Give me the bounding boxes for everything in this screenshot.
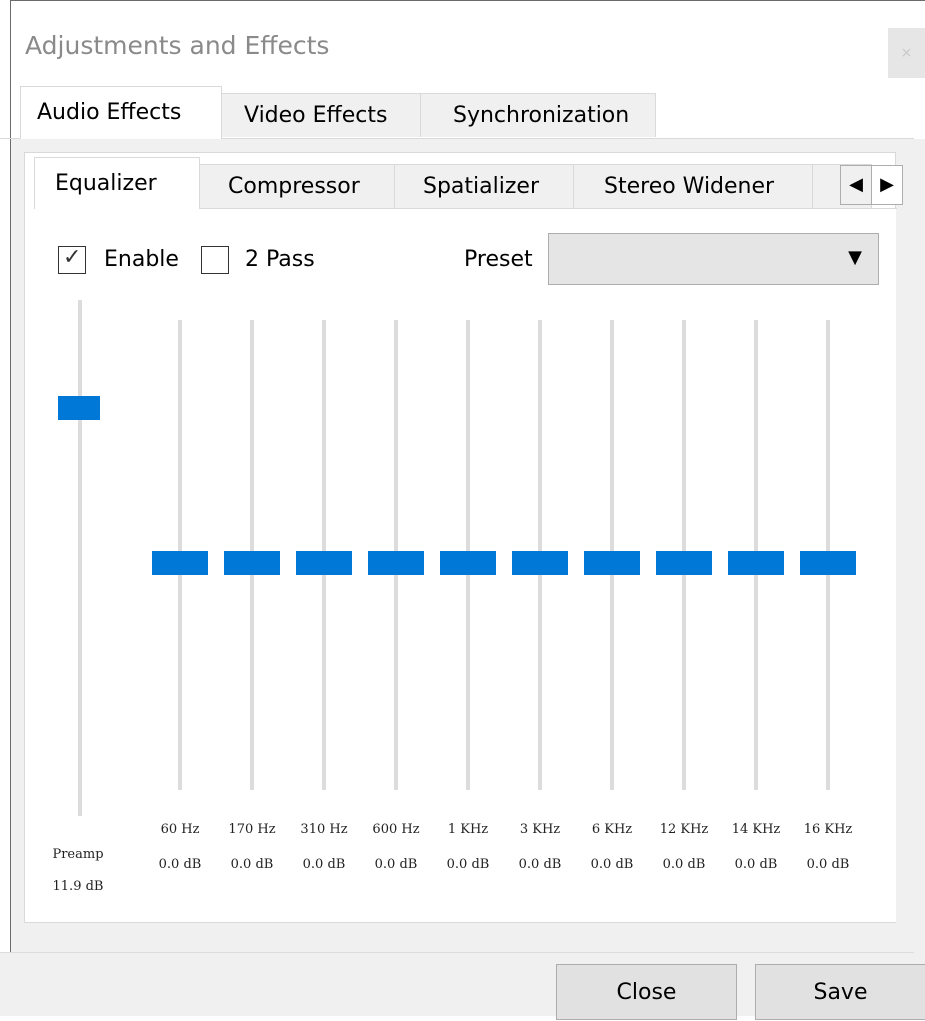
- tab-compressor[interactable]: Compressor: [199, 164, 395, 208]
- tab-audio-effects[interactable]: Audio Effects: [20, 86, 222, 139]
- band-slider-thumb[interactable]: [368, 551, 424, 575]
- dropdown-arrow-icon: ▼: [848, 247, 862, 268]
- tab-scroll-right-icon[interactable]: ▶: [871, 165, 903, 205]
- close-button[interactable]: Close: [556, 964, 737, 1020]
- band-value-label: 0.0 dB: [590, 857, 634, 872]
- band-frequency-label: 16 KHz: [803, 822, 853, 837]
- band-frequency-label: 1 KHz: [447, 822, 489, 837]
- two-pass-checkbox[interactable]: [201, 246, 229, 274]
- preamp-value: 11.9 dB: [52, 879, 104, 894]
- band-value-label: 0.0 dB: [734, 857, 778, 872]
- band-slider-thumb[interactable]: [152, 551, 208, 575]
- preamp-slider-thumb[interactable]: [58, 396, 100, 421]
- band-value-label: 0.0 dB: [158, 857, 202, 872]
- two-pass-label: 2 Pass: [245, 247, 315, 272]
- enable-checkbox[interactable]: ✓: [58, 245, 86, 274]
- preamp-slider-track[interactable]: [78, 300, 82, 816]
- band-value-label: 0.0 dB: [806, 857, 850, 872]
- tab-stereo-widener[interactable]: Stereo Widener: [573, 164, 813, 208]
- band-frequency-label: 600 Hz: [372, 822, 420, 837]
- preamp-label: Preamp: [52, 847, 104, 862]
- band-frequency-label: 60 Hz: [160, 822, 200, 837]
- enable-label: Enable: [104, 247, 179, 272]
- band-frequency-label: 12 KHz: [659, 822, 709, 837]
- save-button[interactable]: Save: [755, 964, 925, 1020]
- check-icon: ✓: [63, 245, 82, 270]
- band-frequency-label: 6 KHz: [591, 822, 633, 837]
- preset-label: Preset: [464, 247, 533, 272]
- band-frequency-label: 3 KHz: [519, 822, 561, 837]
- band-frequency-label: 310 Hz: [300, 822, 348, 837]
- preset-dropdown[interactable]: ▼: [548, 233, 879, 285]
- band-value-label: 0.0 dB: [230, 857, 274, 872]
- tab-synchronization[interactable]: Synchronization: [420, 93, 656, 137]
- band-slider-thumb[interactable]: [584, 551, 640, 575]
- close-window-button[interactable]: ×: [888, 28, 925, 78]
- band-slider-thumb[interactable]: [656, 551, 712, 575]
- band-slider-thumb[interactable]: [224, 551, 280, 575]
- band-value-label: 0.0 dB: [446, 857, 490, 872]
- band-value-label: 0.0 dB: [518, 857, 562, 872]
- band-value-label: 0.0 dB: [374, 857, 418, 872]
- band-value-label: 0.0 dB: [662, 857, 706, 872]
- window-title: Adjustments and Effects: [25, 31, 330, 60]
- tab-spatializer[interactable]: Spatializer: [394, 164, 574, 208]
- tab-video-effects[interactable]: Video Effects: [221, 93, 421, 137]
- tab-scroll-left-icon[interactable]: ◀: [840, 165, 872, 205]
- band-value-label: 0.0 dB: [302, 857, 346, 872]
- tab-equalizer[interactable]: Equalizer: [34, 157, 200, 209]
- band-slider-thumb[interactable]: [440, 551, 496, 575]
- band-frequency-label: 170 Hz: [228, 822, 276, 837]
- band-frequency-label: 14 KHz: [731, 822, 781, 837]
- band-slider-thumb[interactable]: [512, 551, 568, 575]
- title-bar: Adjustments and Effects ×: [11, 1, 925, 87]
- band-slider-thumb[interactable]: [800, 551, 856, 575]
- band-slider-thumb[interactable]: [296, 551, 352, 575]
- band-slider-thumb[interactable]: [728, 551, 784, 575]
